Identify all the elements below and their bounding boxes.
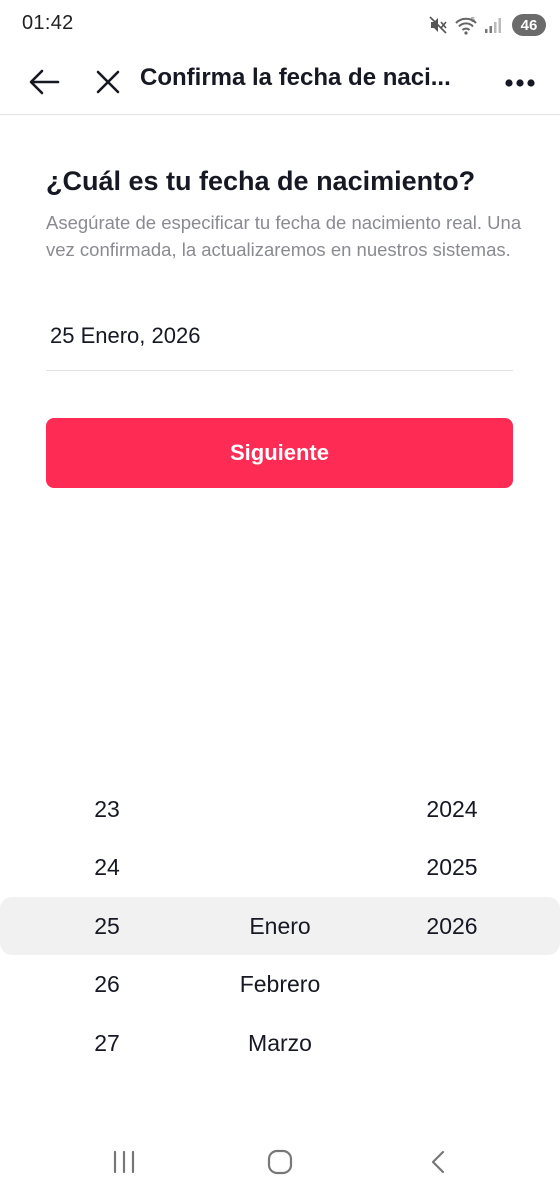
month-option[interactable]: Febrero [190, 955, 370, 1013]
status-time: 01:42 [22, 12, 74, 34]
home-button[interactable] [260, 1146, 300, 1182]
svg-text:5: 5 [471, 17, 475, 24]
day-option[interactable]: 23 [57, 780, 157, 838]
status-bar: 01:42 5 46 [0, 0, 560, 50]
back-arrow-icon [28, 68, 60, 101]
month-column[interactable]: Enero Febrero Marzo [190, 780, 370, 1072]
birthdate-heading: ¿Cuál es tu fecha de nacimiento? [46, 166, 476, 196]
day-option-selected[interactable]: 25 [57, 897, 157, 955]
birthdate-description: Asegúrate de especificar tu fecha de nac… [46, 212, 522, 260]
month-option-selected[interactable]: Enero [190, 897, 370, 955]
system-back-button[interactable] [418, 1146, 458, 1182]
more-options-button[interactable] [498, 62, 542, 106]
day-option[interactable]: 27 [57, 1014, 157, 1072]
page-title: Confirma la fecha de naci... [140, 64, 451, 91]
close-button[interactable] [86, 62, 130, 106]
month-option[interactable]: Marzo [190, 1014, 370, 1072]
month-option[interactable] [190, 838, 370, 896]
signal-icon [484, 15, 502, 35]
more-icon [504, 75, 536, 93]
recents-icon [111, 1150, 137, 1179]
year-option-selected[interactable]: 2026 [402, 897, 502, 955]
wifi-icon: 5 [454, 15, 478, 35]
close-icon [95, 69, 121, 100]
system-navigation-bar [0, 1130, 560, 1200]
top-nav: Confirma la fecha de naci... [0, 50, 560, 115]
year-option[interactable]: 2024 [402, 780, 502, 838]
back-button[interactable] [22, 62, 66, 106]
next-button[interactable]: Siguiente [46, 418, 513, 488]
home-icon [267, 1149, 293, 1180]
year-option[interactable] [402, 1014, 502, 1072]
year-option[interactable] [402, 955, 502, 1013]
year-column[interactable]: 2024 2025 2026 [402, 780, 502, 1072]
mute-icon [428, 15, 448, 35]
system-back-icon [428, 1149, 448, 1180]
month-option[interactable] [190, 780, 370, 838]
year-option[interactable]: 2025 [402, 838, 502, 896]
battery-icon: 46 [512, 14, 546, 36]
day-option[interactable]: 24 [57, 838, 157, 896]
birthdate-value: 25 Enero, 2026 [50, 323, 201, 348]
date-picker[interactable]: 23 24 25 26 27 Enero Febrero Marzo 2024 … [0, 780, 560, 1072]
birthdate-field[interactable]: 25 Enero, 2026 [46, 318, 513, 371]
day-column[interactable]: 23 24 25 26 27 [57, 780, 157, 1072]
recents-button[interactable] [104, 1146, 144, 1182]
day-option[interactable]: 26 [57, 955, 157, 1013]
status-icons: 5 46 [428, 12, 546, 38]
